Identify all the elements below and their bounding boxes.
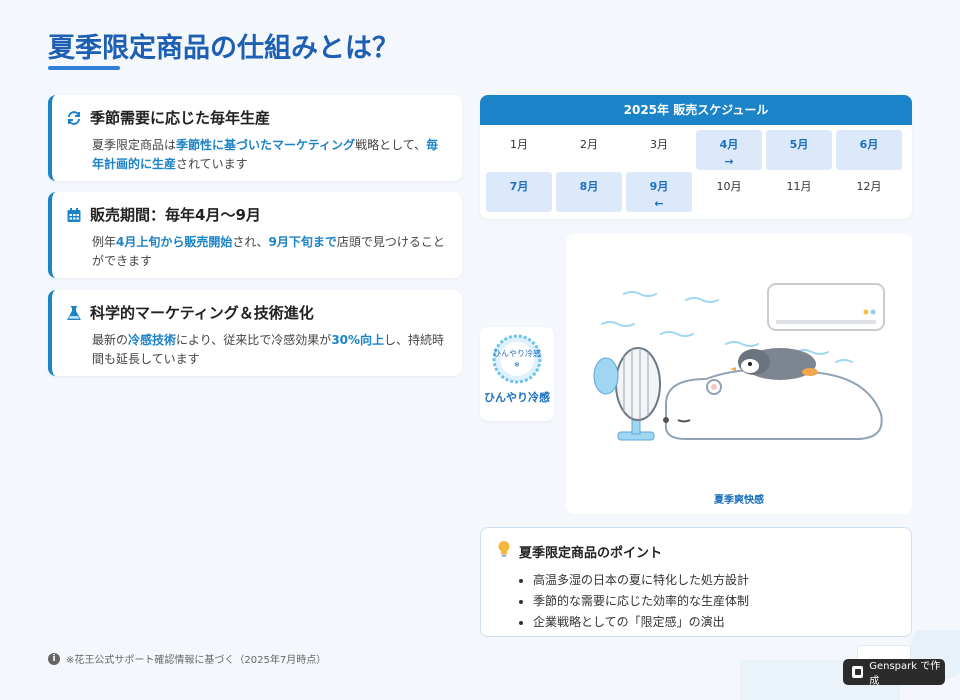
month-cell: 12月 <box>836 172 902 212</box>
lightbulb-icon <box>497 540 511 562</box>
month-cell: 11月 <box>766 172 832 212</box>
month-cell: 9月 ← <box>626 172 692 212</box>
card-title: 販売期間：毎年4月〜9月 <box>90 206 261 224</box>
card-highlight: 冷感技術 <box>128 333 177 347</box>
arrow-right-icon: → <box>724 155 734 168</box>
electric-fan-icon <box>593 347 661 441</box>
illustration-caption: 夏季爽快感 <box>714 495 764 506</box>
genspark-badge-button[interactable]: Genspark で作成 <box>843 659 945 687</box>
month-label: 8月 <box>579 180 599 193</box>
genspark-logo-icon <box>852 666 864 678</box>
month-label: 3月 <box>650 138 668 151</box>
month-cell: 7月 <box>486 172 552 212</box>
card-text: により、従来比で冷感効果が <box>176 333 332 347</box>
card-body: 最新の冷感技術により、従来比で冷感効果が30%向上し、持続時間も延長しています <box>92 331 450 369</box>
card-highlight: 季節性に基づいたマーケティング <box>176 138 356 152</box>
info-icon: i <box>48 652 60 665</box>
info-card-marketing-tech: 科学的マーケティング＆技術進化 最新の冷感技術により、従来比で冷感効果が30%向… <box>48 290 462 376</box>
card-text: 戦略として、 <box>355 138 427 152</box>
month-cell: 5月 <box>766 130 832 170</box>
month-cell: 4月 → <box>696 130 762 170</box>
list-item: 高温多湿の日本の夏に特化した処方設計 <box>533 570 895 591</box>
arrow-left-icon: ← <box>654 197 664 210</box>
card-highlight: 30%向上 <box>331 333 385 347</box>
points-list: 高温多湿の日本の夏に特化した処方設計 季節的な需要に応じた効率的な生産体制 企業… <box>497 570 895 633</box>
month-cell: 1月 <box>486 130 552 170</box>
info-card-sales-period: 販売期間：毎年4月〜9月 例年4月上旬から販売開始され、9月下旬まで店頭で見つけ… <box>48 192 462 278</box>
card-text: 最新の <box>92 333 129 347</box>
month-label: 12月 <box>856 180 882 193</box>
card-body: 例年4月上旬から販売開始され、9月下旬まで店頭で見つけることができます <box>92 233 450 271</box>
fan-bear-penguin-illustration <box>593 283 885 441</box>
month-label: 7月 <box>509 180 529 193</box>
logo-text: ひんやり冷感 <box>493 348 541 358</box>
month-cell: 8月 <box>556 172 622 212</box>
month-grid: 1月 2月 3月 4月 → 5月 6月 7月 8月 9月 ← 10月 11月 12月 <box>480 125 912 212</box>
month-cell: 10月 <box>696 172 762 212</box>
polar-bear-icon <box>663 368 883 440</box>
page-title: 夏季限定商品の仕組みとは？ <box>48 33 399 64</box>
card-text: されています <box>176 157 248 171</box>
list-item: 季節的な需要に応じた効率的な生産体制 <box>533 591 895 612</box>
month-label: 1月 <box>510 138 528 151</box>
info-card-seasonal-production: 季節需要に応じた毎年生産 夏季限定商品は季節性に基づいたマーケティング戦略として… <box>48 95 462 181</box>
card-title: 季節需要に応じた毎年生産 <box>90 109 271 127</box>
card-title: 科学的マーケティング＆技術進化 <box>90 304 314 322</box>
svg-text:❄: ❄ <box>514 361 520 369</box>
card-highlight: 4月上旬から販売開始 <box>116 235 233 249</box>
month-cell: 3月 <box>626 130 692 170</box>
month-cell: 6月 <box>836 130 902 170</box>
sales-schedule: 2025年 販売スケジュール 1月 2月 3月 4月 → 5月 6月 7月 8月 9月 ← 10月 11… <box>480 95 912 219</box>
air-conditioner-icon <box>767 283 885 331</box>
badge-label: ひんやり冷感 <box>484 391 550 404</box>
points-box: 夏季限定商品のポイント 高温多湿の日本の夏に特化した処方設計 季節的な需要に応じ… <box>480 527 912 637</box>
month-label: 6月 <box>859 138 879 151</box>
cooling-badge: ひんやり冷感 ❄ ひんやり冷感 <box>480 327 554 421</box>
calendar-icon <box>66 207 82 223</box>
month-label: 9月 <box>649 180 669 193</box>
card-body: 夏季限定商品は季節性に基づいたマーケティング戦略として、毎年計画的に生産されてい… <box>92 136 450 174</box>
card-text: 夏季限定商品は <box>92 138 177 152</box>
month-label: 11月 <box>786 180 812 193</box>
genspark-label: Genspark で作成 <box>869 661 941 687</box>
card-text: 例年 <box>92 235 117 249</box>
footnote-text: ※花王公式サポート確認情報に基づく（2025年7月時点） <box>66 655 327 666</box>
flask-icon <box>66 305 82 321</box>
schedule-title: 2025年 販売スケジュール <box>480 95 912 125</box>
card-highlight: 9月下旬まで <box>268 235 337 249</box>
footnote: i ※花王公式サポート確認情報に基づく（2025年7月時点） <box>48 651 326 666</box>
title-underline <box>48 66 120 70</box>
month-label: 10月 <box>716 180 742 193</box>
summer-illustration: 夏季爽快感 <box>566 234 912 514</box>
month-label: 4月 <box>719 138 739 151</box>
sync-icon <box>66 110 82 126</box>
month-label: 2月 <box>580 138 598 151</box>
points-title: 夏季限定商品のポイント <box>519 545 663 561</box>
month-label: 5月 <box>789 138 809 151</box>
cooling-logo-icon: ひんやり冷感 ❄ <box>492 334 542 384</box>
month-cell: 2月 <box>556 130 622 170</box>
card-text: され、 <box>232 235 269 249</box>
